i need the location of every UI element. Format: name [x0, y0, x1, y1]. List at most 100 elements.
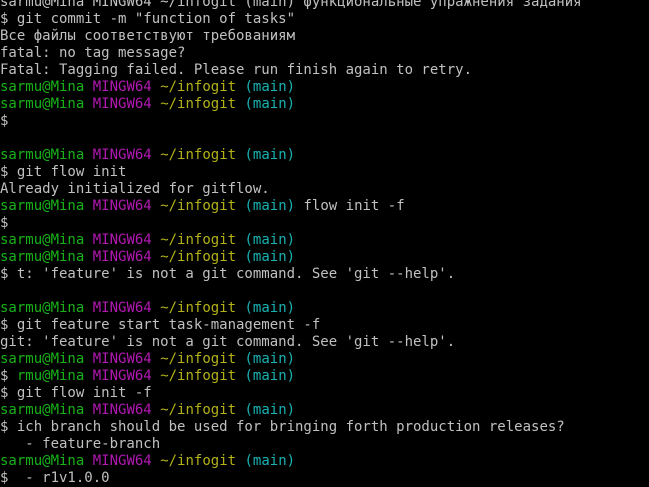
terminal-line: $ - r1v1.0.0 [0, 470, 649, 487]
terminal-line: $ [0, 113, 649, 130]
terminal-line: $ t: 'feature' is not a git command. See… [0, 266, 649, 283]
prompt-host: MINGW64 [92, 453, 152, 469]
terminal-line: sarmu@Mina MINGW64 ~/infogit (main) flow… [0, 198, 649, 215]
prompt-path: ~/infogit [160, 232, 237, 248]
terminal-line: sarmu@Mina MINGW64 ~/infogit (main) [0, 147, 649, 164]
terminal-line: sarmu@Mina MINGW64 ~/infogit (main) [0, 300, 649, 317]
prompt-branch: (main) [244, 147, 296, 163]
terminal-text: $ [0, 113, 9, 129]
terminal-line: git: 'feature' is not a git command. See… [0, 334, 649, 351]
terminal-line: Fatal: Tagging failed. Please run finish… [0, 62, 649, 79]
prompt-user: rmu@Mina [16, 368, 85, 384]
terminal-text: - feature-branch [0, 436, 161, 452]
terminal-line: $ rmu@Mina MINGW64 ~/infogit (main) [0, 368, 649, 385]
terminal-line: $ ich branch should be used for bringing… [0, 419, 649, 436]
prompt-branch: (main) [244, 79, 296, 95]
prompt-user: sarmu@Mina [0, 351, 85, 367]
terminal-line: $ [0, 215, 649, 232]
terminal-line: sarmu@Mina MINGW64 ~/infogit (main) [0, 351, 649, 368]
terminal-text: $ [0, 215, 9, 231]
prompt-branch: (main) [244, 300, 296, 316]
terminal-line: sarmu@Mina MINGW64 ~/infogit (main) [0, 249, 649, 266]
prompt-path: ~/infogit [160, 79, 237, 95]
prompt-host: MINGW64 [92, 351, 152, 367]
terminal-line: Все файлы соответствуют требованиям [0, 28, 649, 45]
terminal-line: sarmu@Mina MINGW64 ~/infogit (main) [0, 232, 649, 249]
terminal-line: sarmu@Mina MINGW64 ~/infogit (main) [0, 453, 649, 470]
terminal-line: sarmu@Mina MINGW64 ~/infogit (main) [0, 79, 649, 96]
terminal-text: $ git commit -m "function of tasks" [0, 11, 296, 27]
prompt-path: ~/infogit [160, 402, 237, 418]
terminal-output[interactable]: sarmu@Mina MINGW64 ~/infogit (main) функ… [0, 0, 649, 487]
prompt-user: sarmu@Mina [0, 198, 85, 214]
prompt-branch: (main) [244, 232, 296, 248]
prompt-branch: (main) [244, 249, 296, 265]
terminal-line: fatal: no tag message? [0, 45, 649, 62]
prompt-host: MINGW64 [92, 232, 152, 248]
terminal-text: $ [0, 368, 17, 384]
prompt-host: MINGW64 [92, 300, 152, 316]
terminal-line: sarmu@Mina MINGW64 ~/infogit (main) [0, 402, 649, 419]
terminal-line: sarmu@Mina MINGW64 ~/infogit (main) [0, 96, 649, 113]
prompt-path: ~/infogit [160, 453, 237, 469]
prompt-host: MINGW64 [92, 79, 152, 95]
prompt-branch: (main) [244, 453, 296, 469]
prompt-user: sarmu@Mina [0, 232, 85, 248]
terminal-line: $ git commit -m "function of tasks" [0, 11, 649, 28]
prompt-path: ~/infogit [160, 300, 237, 316]
terminal-text: Fatal: Tagging failed. Please run finish… [0, 62, 473, 78]
terminal-text: git: 'feature' is not a git command. See… [0, 334, 456, 350]
prompt-branch: (main) [244, 96, 296, 112]
prompt-user: sarmu@Mina [0, 96, 85, 112]
terminal-text: $ t: 'feature' is not a git command. See… [0, 266, 456, 282]
prompt-host: MINGW64 [92, 198, 152, 214]
prompt-branch: (main) [244, 351, 296, 367]
terminal-text: $ git feature start task-management -f [0, 317, 321, 333]
prompt-host: MINGW64 [92, 96, 152, 112]
terminal-line: $ git flow init -f [0, 385, 649, 402]
prompt-branch: (main) [244, 402, 296, 418]
terminal-line: sarmu@Mina MINGW64 ~/infogit (main) функ… [0, 0, 649, 11]
prompt-path: ~/infogit [160, 249, 237, 265]
prompt-host: MINGW64 [92, 368, 152, 384]
terminal-text: Already initialized for gitflow. [0, 181, 270, 197]
prompt-path: ~/infogit [160, 147, 237, 163]
terminal-line: $ git feature start task-management -f [0, 317, 649, 334]
prompt-host: MINGW64 [92, 402, 152, 418]
prompt-host: MINGW64 [92, 147, 152, 163]
prompt-user: sarmu@Mina [0, 79, 85, 95]
prompt-user: sarmu@Mina [0, 453, 85, 469]
prompt-path: ~/infogit [160, 351, 237, 367]
prompt-user: sarmu@Mina [0, 402, 85, 418]
prompt-path: ~/infogit [160, 198, 237, 214]
prompt-branch: (main) [244, 198, 296, 214]
prompt-user: sarmu@Mina [0, 300, 85, 316]
terminal-text: flow init -f [295, 198, 405, 214]
terminal-text: $ ich branch should be used for bringing… [0, 419, 565, 435]
prompt-user: sarmu@Mina [0, 249, 85, 265]
prompt-host: MINGW64 [92, 249, 152, 265]
